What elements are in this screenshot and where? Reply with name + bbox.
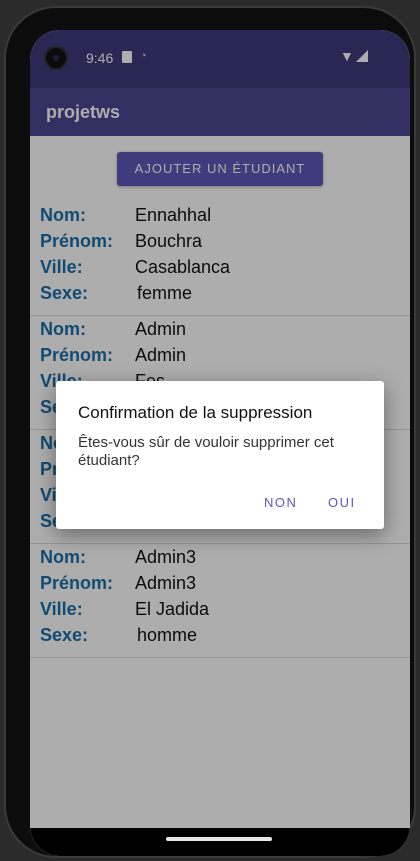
home-gesture-handle[interactable] xyxy=(166,837,272,841)
confirm-button[interactable]: OUI xyxy=(328,495,356,510)
dialog-message: Êtes-vous sûr de vouloir supprimer cet é… xyxy=(78,434,334,469)
phone-frame: 9:46 ◔ ▼ projetws AJOUTER UN ÉTUDIANT No… xyxy=(4,6,416,858)
screen: 9:46 ◔ ▼ projetws AJOUTER UN ÉTUDIANT No… xyxy=(30,30,410,856)
dialog-title: Confirmation de la suppression xyxy=(78,403,313,422)
cancel-button[interactable]: NON xyxy=(264,495,297,510)
navigation-bar xyxy=(30,828,410,856)
confirm-delete-dialog: Confirmation de la suppression Êtes-vous… xyxy=(56,381,384,529)
